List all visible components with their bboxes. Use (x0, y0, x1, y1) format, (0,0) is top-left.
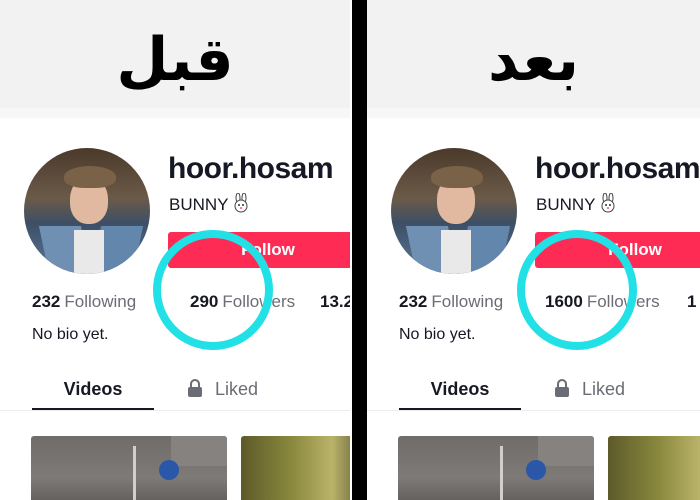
before-panel: قبل hoor.hosam BUNNY Follow 232 Following… (0, 0, 350, 500)
video-thumbnail[interactable] (31, 436, 227, 500)
nickname: BUNNY (536, 193, 618, 215)
likes-stat: 1 (687, 292, 696, 312)
after-label: بعد (487, 25, 580, 95)
tab-videos[interactable]: Videos (32, 376, 154, 410)
username: hoor.hosam (535, 152, 700, 185)
following-count: 232 (399, 292, 428, 311)
lock-icon (555, 379, 569, 397)
avatar[interactable] (391, 148, 517, 274)
tab-liked-label: Liked (215, 379, 259, 399)
likes-count: 13.2 (320, 292, 350, 311)
video-thumbnail[interactable] (398, 436, 594, 500)
following-count: 232 (32, 292, 61, 311)
lock-icon (188, 379, 202, 397)
tab-liked[interactable]: Liked (187, 376, 258, 410)
following-stat[interactable]: 232 Following (32, 292, 136, 312)
avatar[interactable] (24, 148, 150, 274)
tab-liked[interactable]: Liked (554, 376, 625, 410)
likes-stat: 13.2 (320, 292, 350, 312)
video-thumbnail[interactable] (241, 436, 350, 500)
nickname-text: BUNNY (169, 195, 229, 214)
bunny-icon (601, 193, 615, 213)
bunny-icon (234, 193, 248, 213)
following-label: Following (431, 292, 504, 311)
likes-count: 1 (687, 292, 697, 311)
bio: No bio yet. (399, 326, 476, 343)
nickname: BUNNY (169, 193, 251, 215)
tab-videos[interactable]: Videos (399, 376, 521, 410)
after-panel: بعد hoor.hosam BUNNY Follow 232 Following… (367, 0, 700, 500)
username: hoor.hosam (168, 152, 334, 185)
highlight-circle (153, 230, 273, 350)
following-stat[interactable]: 232 Following (399, 292, 503, 312)
video-thumbnail[interactable] (608, 436, 700, 500)
panel-divider (352, 0, 367, 500)
highlight-circle (517, 230, 637, 350)
tab-liked-label: Liked (582, 379, 626, 399)
nickname-text: BUNNY (536, 195, 596, 214)
following-label: Following (64, 292, 137, 311)
bio: No bio yet. (32, 326, 109, 343)
before-label: قبل (116, 25, 234, 95)
